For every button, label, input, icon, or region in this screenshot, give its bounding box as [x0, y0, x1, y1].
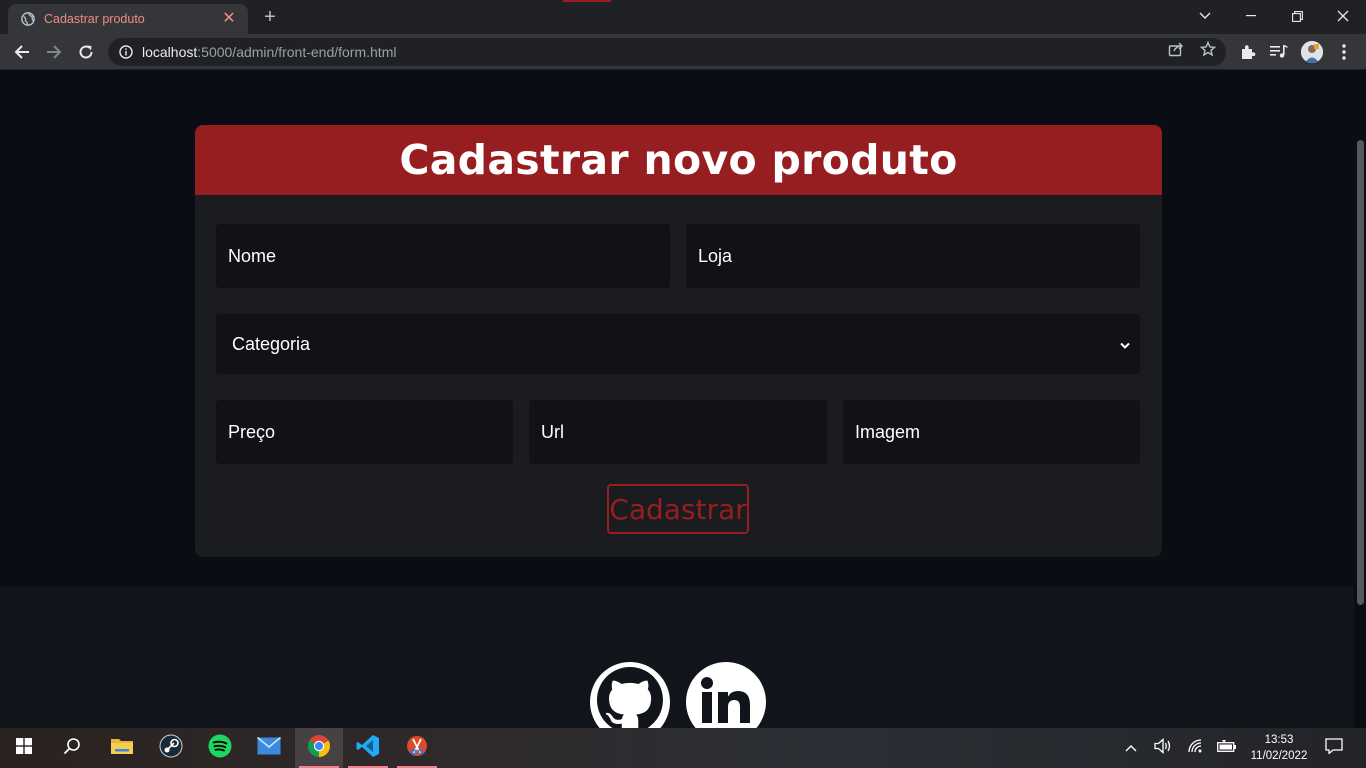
globe-icon	[20, 11, 36, 27]
nome-placeholder: Nome	[228, 245, 277, 266]
snipping-tool-icon	[405, 734, 429, 763]
folder-icon	[110, 736, 134, 761]
search-icon	[63, 737, 81, 760]
steam-app[interactable]	[147, 728, 195, 768]
titlebar-accent	[563, 0, 611, 2]
linkedin-icon	[701, 676, 751, 728]
new-tab-button[interactable]: +	[258, 6, 282, 30]
browser-titlebar: Cadastrar produto ✕ +	[0, 0, 1366, 34]
start-button[interactable]	[0, 728, 48, 768]
page-viewport: Cadastrar novo produto Nome Loja Categor…	[0, 70, 1366, 728]
preco-input[interactable]: Preço	[216, 400, 513, 464]
site-info-icon[interactable]	[118, 44, 134, 60]
browser-toolbar: localhost:5000/admin/front-end/form.html	[0, 34, 1366, 70]
tab-search-icon[interactable]	[1182, 0, 1228, 32]
vscode-icon	[356, 734, 380, 763]
chrome-icon	[307, 734, 331, 763]
chevron-down-icon	[1120, 334, 1130, 355]
preco-placeholder: Preço	[228, 421, 276, 442]
url-path: :5000/admin/front-end/form.html	[197, 44, 397, 60]
notifications-button[interactable]	[1320, 728, 1348, 768]
imagem-placeholder: Imagem	[855, 421, 921, 442]
volume-button[interactable]	[1151, 728, 1175, 768]
notification-icon	[1325, 737, 1343, 759]
nome-input[interactable]: Nome	[216, 224, 670, 288]
extensions-icon[interactable]	[1237, 41, 1259, 63]
minimize-button[interactable]	[1228, 0, 1274, 32]
loja-input[interactable]: Loja	[686, 224, 1140, 288]
scrollbar-thumb[interactable]	[1357, 140, 1364, 605]
file-explorer-app[interactable]	[98, 728, 146, 768]
speaker-icon	[1154, 737, 1172, 759]
back-arrow-icon[interactable]	[8, 38, 36, 66]
tray-overflow-button[interactable]	[1120, 728, 1142, 768]
tab-title: Cadastrar produto	[44, 12, 145, 26]
windows-taskbar: 13:53 11/02/2022	[0, 728, 1366, 768]
browser-tab[interactable]: Cadastrar produto ✕	[8, 4, 248, 34]
url-host: localhost	[142, 44, 198, 60]
categoria-select[interactable]: Categoria	[216, 314, 1140, 374]
network-button[interactable]	[1184, 728, 1208, 768]
bookmark-star-icon[interactable]	[1199, 40, 1217, 58]
url-input[interactable]: Url	[529, 400, 827, 464]
search-button[interactable]	[48, 728, 96, 768]
form-title: Cadastrar novo produto	[399, 136, 958, 184]
close-window-button[interactable]	[1320, 0, 1366, 32]
windows-logo-icon	[16, 737, 32, 759]
spotify-icon	[208, 734, 232, 763]
page-scrollbar[interactable]	[1354, 70, 1366, 728]
restore-button[interactable]	[1274, 0, 1320, 32]
taskbar-clock[interactable]: 13:53 11/02/2022	[1246, 730, 1312, 766]
chevron-up-icon	[1125, 739, 1137, 757]
close-tab-icon[interactable]: ✕	[220, 10, 238, 28]
loja-placeholder: Loja	[698, 245, 733, 266]
mail-icon	[256, 736, 282, 760]
battery-button[interactable]	[1215, 728, 1239, 768]
page-footer	[0, 587, 1366, 728]
url-placeholder: Url	[541, 421, 564, 442]
snipping-tool-app[interactable]	[393, 728, 441, 768]
product-form-card: Cadastrar novo produto Nome Loja Categor…	[195, 125, 1162, 557]
vscode-app[interactable]	[344, 728, 392, 768]
chrome-menu-icon[interactable]	[1333, 41, 1355, 63]
imagem-input[interactable]: Imagem	[843, 400, 1140, 464]
steam-icon	[159, 734, 183, 763]
spotify-app[interactable]	[196, 728, 244, 768]
clock-time: 13:53	[1264, 734, 1294, 746]
form-header: Cadastrar novo produto	[195, 125, 1162, 195]
categoria-selected-value: Categoria	[232, 333, 311, 354]
profile-avatar[interactable]	[1301, 41, 1323, 63]
clock-date: 11/02/2022	[1250, 750, 1308, 762]
chrome-app[interactable]	[295, 728, 343, 768]
mail-app[interactable]	[245, 728, 293, 768]
reload-icon[interactable]	[72, 38, 100, 66]
share-icon[interactable]	[1167, 40, 1185, 58]
battery-icon	[1217, 739, 1237, 757]
address-bar[interactable]: localhost:5000/admin/front-end/form.html	[108, 38, 1226, 66]
github-icon	[597, 666, 663, 728]
cadastrar-button[interactable]: Cadastrar	[607, 484, 749, 534]
url-text: localhost:5000/admin/front-end/form.html	[142, 44, 396, 60]
github-link[interactable]	[590, 662, 670, 728]
media-queue-icon[interactable]	[1268, 41, 1290, 63]
forward-arrow-icon[interactable]	[40, 38, 68, 66]
wifi-icon	[1187, 738, 1205, 759]
